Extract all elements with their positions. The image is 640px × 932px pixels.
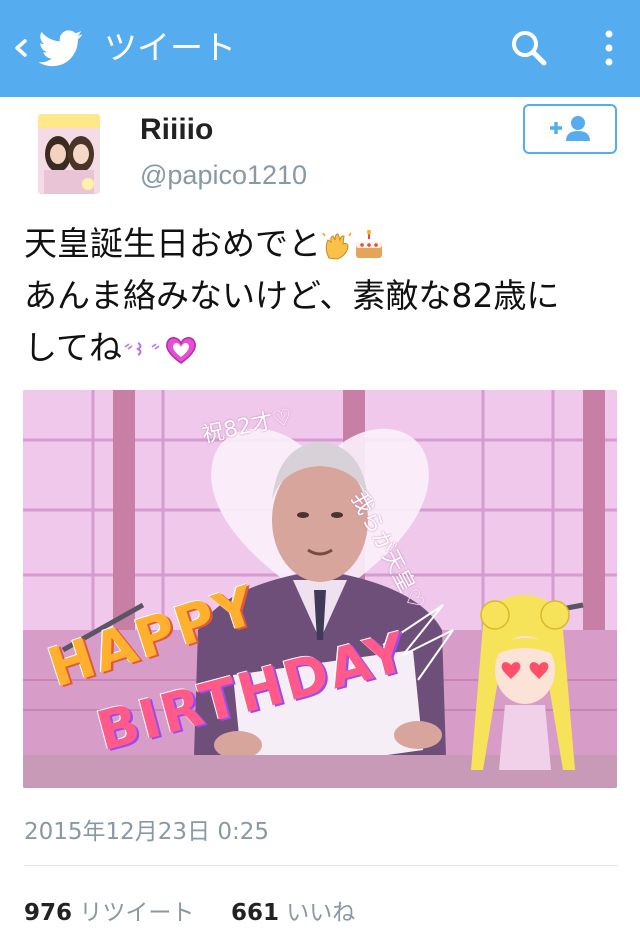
tweet-line-3: してね [24, 322, 624, 374]
retweet-label[interactable]: リツイート [79, 900, 194, 926]
more-vertical-icon[interactable] [592, 24, 626, 72]
follow-button[interactable] [523, 104, 617, 154]
divider [24, 865, 618, 866]
tweet-line-1: 天皇誕生日おめでと [24, 218, 624, 270]
tweet-timestamp: 2015年12月23日 0:25 [24, 819, 270, 845]
like-label[interactable]: いいね [286, 900, 355, 926]
chevron-left-icon[interactable] [8, 30, 32, 66]
page-title: ツイート [104, 28, 236, 67]
tweet-text: 天皇誕生日おめでと あんま絡みないけど、素敵な82歳に してね [24, 218, 624, 374]
heart-icon [166, 336, 196, 364]
birthday-cake-icon [356, 229, 382, 258]
clapping-hands-icon [322, 232, 352, 260]
follow-user-icon [550, 116, 590, 141]
tweet-text-segment: してね [24, 328, 123, 367]
top-bar: ツイート [0, 0, 640, 97]
kissing-face-icon [124, 341, 160, 356]
author-name[interactable]: Riiiio [140, 113, 213, 147]
search-icon[interactable] [505, 24, 553, 72]
tweet-photo[interactable]: . HAPPY BIRTHDAY 祝82才♡ 我らが天皇♡ [23, 390, 617, 788]
tweet-stats: 976 リツイート 661 いいね [24, 893, 355, 927]
tweet-text-segment: 天皇誕生日おめでと [24, 224, 321, 263]
avatar[interactable] [38, 114, 100, 194]
tweet-line-2: あんま絡みないけど、素敵な82歳に [24, 276, 560, 315]
like-count[interactable]: 661 [231, 900, 279, 926]
twitter-bird-icon [38, 30, 83, 67]
avatar-photo [38, 114, 100, 194]
author-handle[interactable]: @papico1210 [140, 160, 307, 191]
retweet-count[interactable]: 976 [24, 900, 72, 926]
